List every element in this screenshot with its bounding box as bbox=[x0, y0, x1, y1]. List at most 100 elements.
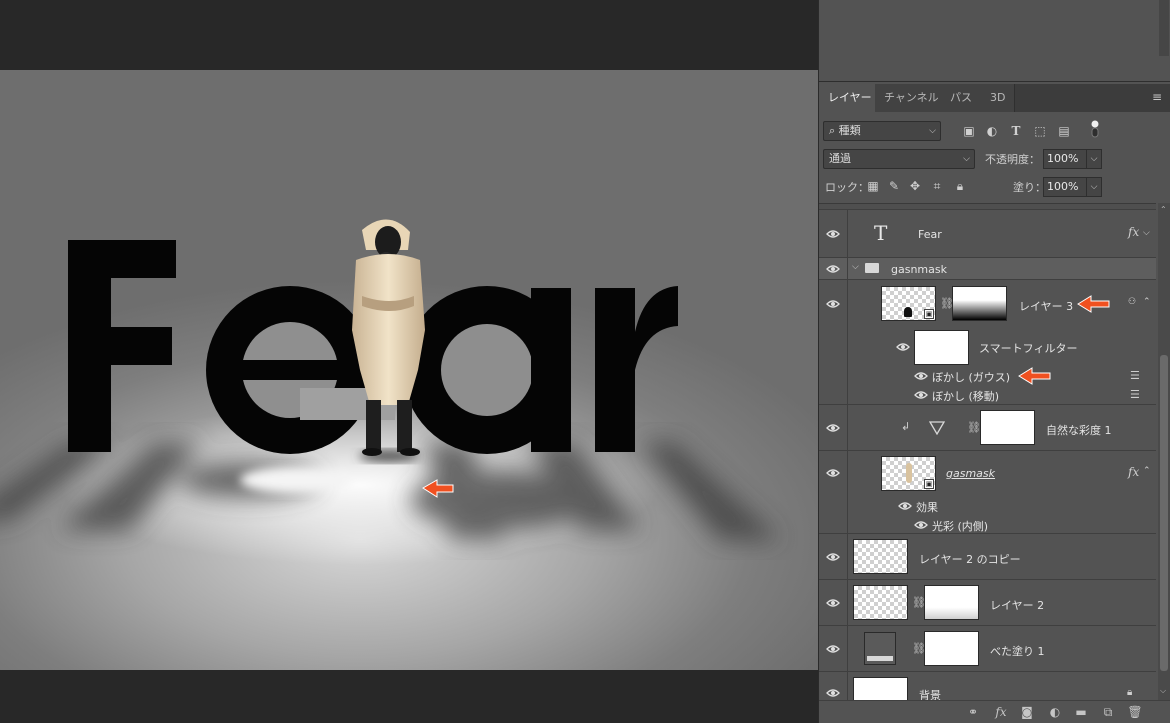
layer-mask-thumbnail[interactable] bbox=[952, 286, 1007, 321]
layer-thumbnail[interactable] bbox=[853, 585, 908, 620]
opacity-dropdown-button[interactable]: ⌵ bbox=[1086, 149, 1102, 169]
layer-row-layer2-copy[interactable]: レイヤー 2 のコピー bbox=[819, 534, 1156, 580]
lock-transparency-icon[interactable]: ▦ bbox=[865, 178, 881, 194]
layer-row-background[interactable]: 背景 🔒︎ bbox=[819, 672, 1156, 700]
layer-name[interactable]: スマートフィルター bbox=[979, 340, 1077, 356]
visibility-toggle[interactable] bbox=[819, 580, 848, 625]
visibility-toggle[interactable] bbox=[819, 451, 848, 497]
blend-mode-dropdown[interactable]: 通過 ⌵ bbox=[823, 149, 975, 169]
fx-icon[interactable]: fx bbox=[1128, 225, 1139, 239]
adjustment-filter-icon[interactable]: ◐ bbox=[984, 123, 1000, 139]
scroll-up-icon[interactable]: ⌃ bbox=[1160, 205, 1167, 214]
layer-row-layer2[interactable]: ⛓︎ レイヤー 2 bbox=[819, 580, 1156, 626]
tab-3d[interactable]: 3D bbox=[981, 84, 1016, 112]
smart-object-filter-icon[interactable]: ▤ bbox=[1056, 123, 1072, 139]
fill-layer-thumbnail[interactable] bbox=[864, 632, 896, 665]
filter-name[interactable]: ぼかし (移動) bbox=[932, 388, 999, 404]
effect-name[interactable]: 光彩 (内側) bbox=[932, 518, 988, 534]
layer-thumbnail[interactable]: ▣ bbox=[881, 286, 936, 321]
layer-name[interactable]: レイヤー 2 bbox=[990, 597, 1044, 613]
eye-icon[interactable] bbox=[914, 520, 928, 530]
fill-input[interactable]: 100% bbox=[1043, 177, 1087, 197]
filter-blending-options-icon[interactable]: ☰ bbox=[1130, 369, 1140, 382]
filter-blending-options-icon[interactable]: ☰ bbox=[1130, 388, 1140, 401]
layer-thumbnail[interactable]: ▣ bbox=[881, 456, 936, 491]
layer-name[interactable]: Fear bbox=[918, 228, 942, 241]
fx-icon[interactable]: fx bbox=[1128, 465, 1139, 479]
scroll-down-icon[interactable]: ⌵ bbox=[1160, 686, 1166, 696]
image-filter-icon[interactable]: ▣ bbox=[961, 123, 977, 139]
filter-name[interactable]: ぼかし (ガウス) bbox=[932, 369, 1010, 385]
layer-mask-thumbnail[interactable] bbox=[980, 410, 1035, 445]
lock-pixels-icon[interactable]: ✎ bbox=[886, 178, 902, 194]
shape-filter-icon[interactable]: ⬚ bbox=[1032, 123, 1048, 139]
group-expand-chevron-icon[interactable]: ⌵ bbox=[852, 262, 859, 272]
fill-dropdown-button[interactable]: ⌵ bbox=[1086, 177, 1102, 197]
visibility-toggle[interactable] bbox=[819, 405, 848, 450]
smart-filter-options-icon[interactable]: ⚇ bbox=[1128, 297, 1136, 307]
filter-kind-dropdown[interactable]: ⌕ 種類 ⌵ bbox=[823, 121, 941, 141]
layer-row-vibrance[interactable]: ↲ ⛓︎ 自然な彩度 1 bbox=[819, 405, 1156, 451]
chevron-down-icon[interactable]: ⌵ bbox=[1143, 228, 1150, 238]
visibility-toggle[interactable] bbox=[819, 258, 848, 279]
fx-icon[interactable]: fx bbox=[993, 704, 1009, 720]
layer-name[interactable]: gasnmask bbox=[891, 263, 947, 276]
effect-item-inner-glow[interactable]: 光彩 (内側) bbox=[819, 515, 1156, 534]
document-canvas[interactable] bbox=[0, 70, 818, 670]
link-layers-icon[interactable]: ⚭ bbox=[965, 704, 981, 720]
lock-all-icon[interactable]: 🔒︎ bbox=[952, 178, 968, 194]
layer-thumbnail[interactable] bbox=[853, 539, 908, 574]
layer-name[interactable]: gasmask bbox=[946, 467, 995, 480]
opacity-input[interactable]: 100% bbox=[1043, 149, 1087, 169]
layer-row-fill1[interactable]: ⛓︎ べた塗り 1 bbox=[819, 626, 1156, 672]
link-chain-icon[interactable]: ⛓︎ bbox=[912, 596, 926, 610]
layer-row-fear[interactable]: T Fear fx ⌵ bbox=[819, 210, 1156, 258]
chevron-up-icon[interactable]: ⌃ bbox=[1143, 297, 1151, 307]
tab-paths[interactable]: パス bbox=[941, 84, 982, 112]
eye-icon[interactable] bbox=[914, 390, 928, 400]
layer-name[interactable]: 背景 bbox=[919, 687, 941, 700]
eye-icon[interactable] bbox=[896, 342, 910, 352]
visibility-toggle[interactable] bbox=[819, 534, 848, 579]
eye-icon[interactable] bbox=[898, 501, 912, 511]
layer-row-gasmask[interactable]: ▣ gasmask fx ⌃ bbox=[819, 451, 1156, 497]
visibility-toggle[interactable] bbox=[819, 280, 848, 328]
link-chain-icon[interactable]: ⛓︎ bbox=[912, 642, 926, 656]
link-chain-icon[interactable]: ⛓︎ bbox=[940, 297, 954, 311]
effects-row[interactable]: 効果 bbox=[819, 497, 1156, 515]
layer-mask-thumbnail[interactable] bbox=[924, 631, 979, 666]
link-chain-icon[interactable]: ⛓︎ bbox=[967, 421, 981, 435]
layers-scrollbar[interactable]: ⌃ ⌵ bbox=[1158, 203, 1170, 700]
visibility-toggle[interactable] bbox=[819, 672, 848, 700]
smart-filter-mask-thumbnail[interactable] bbox=[914, 330, 969, 365]
adjustment-layer-icon[interactable]: ◐ bbox=[1047, 704, 1063, 720]
layer-name[interactable]: べた塗り 1 bbox=[990, 643, 1045, 659]
panel-menu-icon[interactable]: ≡ bbox=[1152, 90, 1166, 104]
new-group-icon[interactable]: ▬ bbox=[1073, 704, 1089, 720]
visibility-toggle[interactable] bbox=[819, 210, 848, 257]
trash-icon[interactable]: 🗑︎ bbox=[1127, 704, 1143, 720]
layer-row-smart-filter[interactable]: スマートフィルター bbox=[819, 328, 1156, 366]
layer-name[interactable]: レイヤー 2 のコピー bbox=[919, 551, 1021, 567]
tab-channels[interactable]: チャンネル bbox=[875, 84, 949, 112]
tab-layers[interactable]: レイヤー bbox=[819, 84, 882, 112]
visibility-toggle[interactable] bbox=[819, 626, 848, 671]
new-layer-icon[interactable]: ⧉ bbox=[1100, 704, 1116, 720]
filter-item-gaussian-blur[interactable]: ぼかし (ガウス) ☰ bbox=[819, 366, 1156, 385]
layer-thumbnail[interactable] bbox=[853, 677, 908, 700]
lock-artboard-icon[interactable]: ⌗ bbox=[929, 178, 945, 194]
layer-mask-thumbnail[interactable] bbox=[924, 585, 979, 620]
eye-icon[interactable] bbox=[914, 371, 928, 381]
add-mask-icon[interactable]: ◙ bbox=[1019, 704, 1035, 720]
layer-name[interactable]: 自然な彩度 1 bbox=[1046, 422, 1112, 438]
filter-item-motion-blur[interactable]: ぼかし (移動) ☰ bbox=[819, 385, 1156, 405]
scrollbar-thumb[interactable] bbox=[1160, 355, 1168, 671]
layer-row-group[interactable]: ⌵ gasnmask bbox=[819, 258, 1156, 280]
effects-label[interactable]: 効果 bbox=[916, 499, 938, 515]
layer-row-layer3[interactable]: ▣ ⛓︎ レイヤー 3 ⚇ ⌃ bbox=[819, 280, 1156, 328]
dock-scrollbar[interactable] bbox=[1159, 0, 1169, 56]
type-filter-icon[interactable]: T bbox=[1008, 123, 1024, 139]
chevron-up-icon[interactable]: ⌃ bbox=[1143, 466, 1151, 476]
layer-name[interactable]: レイヤー 3 bbox=[1019, 298, 1073, 314]
lock-position-icon[interactable]: ✥ bbox=[907, 178, 923, 194]
